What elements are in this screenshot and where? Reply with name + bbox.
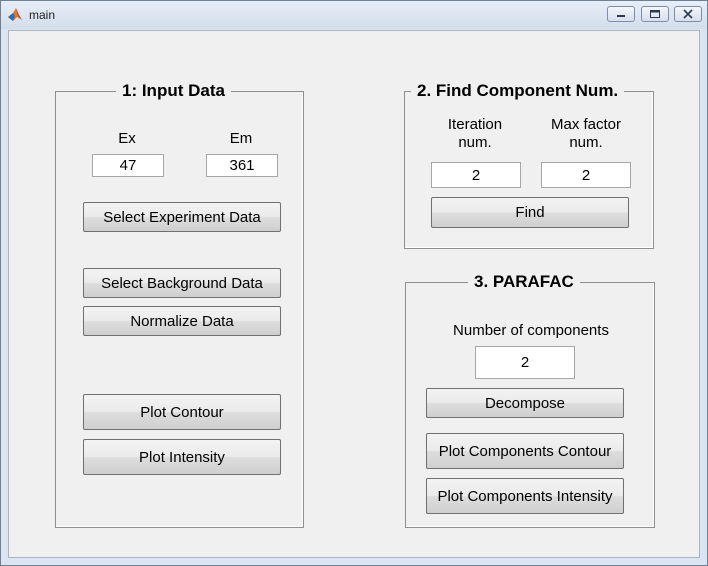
plot-contour-button[interactable]: Plot Contour: [83, 394, 281, 430]
iteration-num-label-line2: num.: [458, 134, 492, 151]
ex-label: Ex: [118, 130, 136, 147]
maximize-button[interactable]: [641, 6, 669, 22]
max-factor-num-label-line1: Max factor: [550, 116, 622, 133]
em-label: Em: [229, 130, 253, 147]
max-factor-num-label-line2: num.: [569, 134, 603, 151]
max-factor-num-input[interactable]: [541, 162, 631, 188]
decompose-button[interactable]: Decompose: [426, 388, 624, 418]
number-of-components-input[interactable]: [475, 346, 575, 379]
find-button[interactable]: Find: [431, 197, 629, 228]
plot-components-intensity-button[interactable]: Plot Components Intensity: [426, 478, 624, 514]
minimize-icon: [617, 15, 625, 17]
find-component-panel-title: 2. Find Component Num.: [411, 82, 625, 100]
ex-input[interactable]: [92, 154, 164, 177]
find-component-panel: 2. Find Component Num. Iteration num. Ma…: [404, 82, 654, 249]
parafac-panel: 3. PARAFAC Number of components Decompos…: [405, 273, 655, 528]
matlab-logo-icon: [8, 8, 22, 21]
em-input[interactable]: [206, 154, 278, 177]
plot-components-contour-button[interactable]: Plot Components Contour: [426, 433, 624, 469]
main-window: main 1: Input Data Ex Em Select: [0, 0, 708, 566]
maximize-icon: [650, 10, 660, 18]
parafac-panel-title: 3. PARAFAC: [468, 273, 580, 291]
title-bar[interactable]: main: [1, 1, 707, 29]
input-data-panel-title: 1: Input Data: [116, 82, 231, 100]
close-button[interactable]: [674, 6, 702, 22]
minimize-button[interactable]: [607, 6, 635, 22]
figure-client-area: 1: Input Data Ex Em Select Experiment Da…: [8, 30, 700, 558]
select-experiment-data-button[interactable]: Select Experiment Data: [83, 202, 281, 232]
input-data-panel: 1: Input Data Ex Em Select Experiment Da…: [55, 82, 304, 528]
select-background-data-button[interactable]: Select Background Data: [83, 268, 281, 298]
plot-intensity-button[interactable]: Plot Intensity: [83, 439, 281, 475]
close-icon: [683, 9, 693, 19]
iteration-num-label-line1: Iteration: [447, 116, 503, 133]
number-of-components-label: Number of components: [453, 322, 609, 339]
window-title: main: [29, 8, 56, 22]
normalize-data-button[interactable]: Normalize Data: [83, 306, 281, 336]
iteration-num-input[interactable]: [431, 162, 521, 188]
